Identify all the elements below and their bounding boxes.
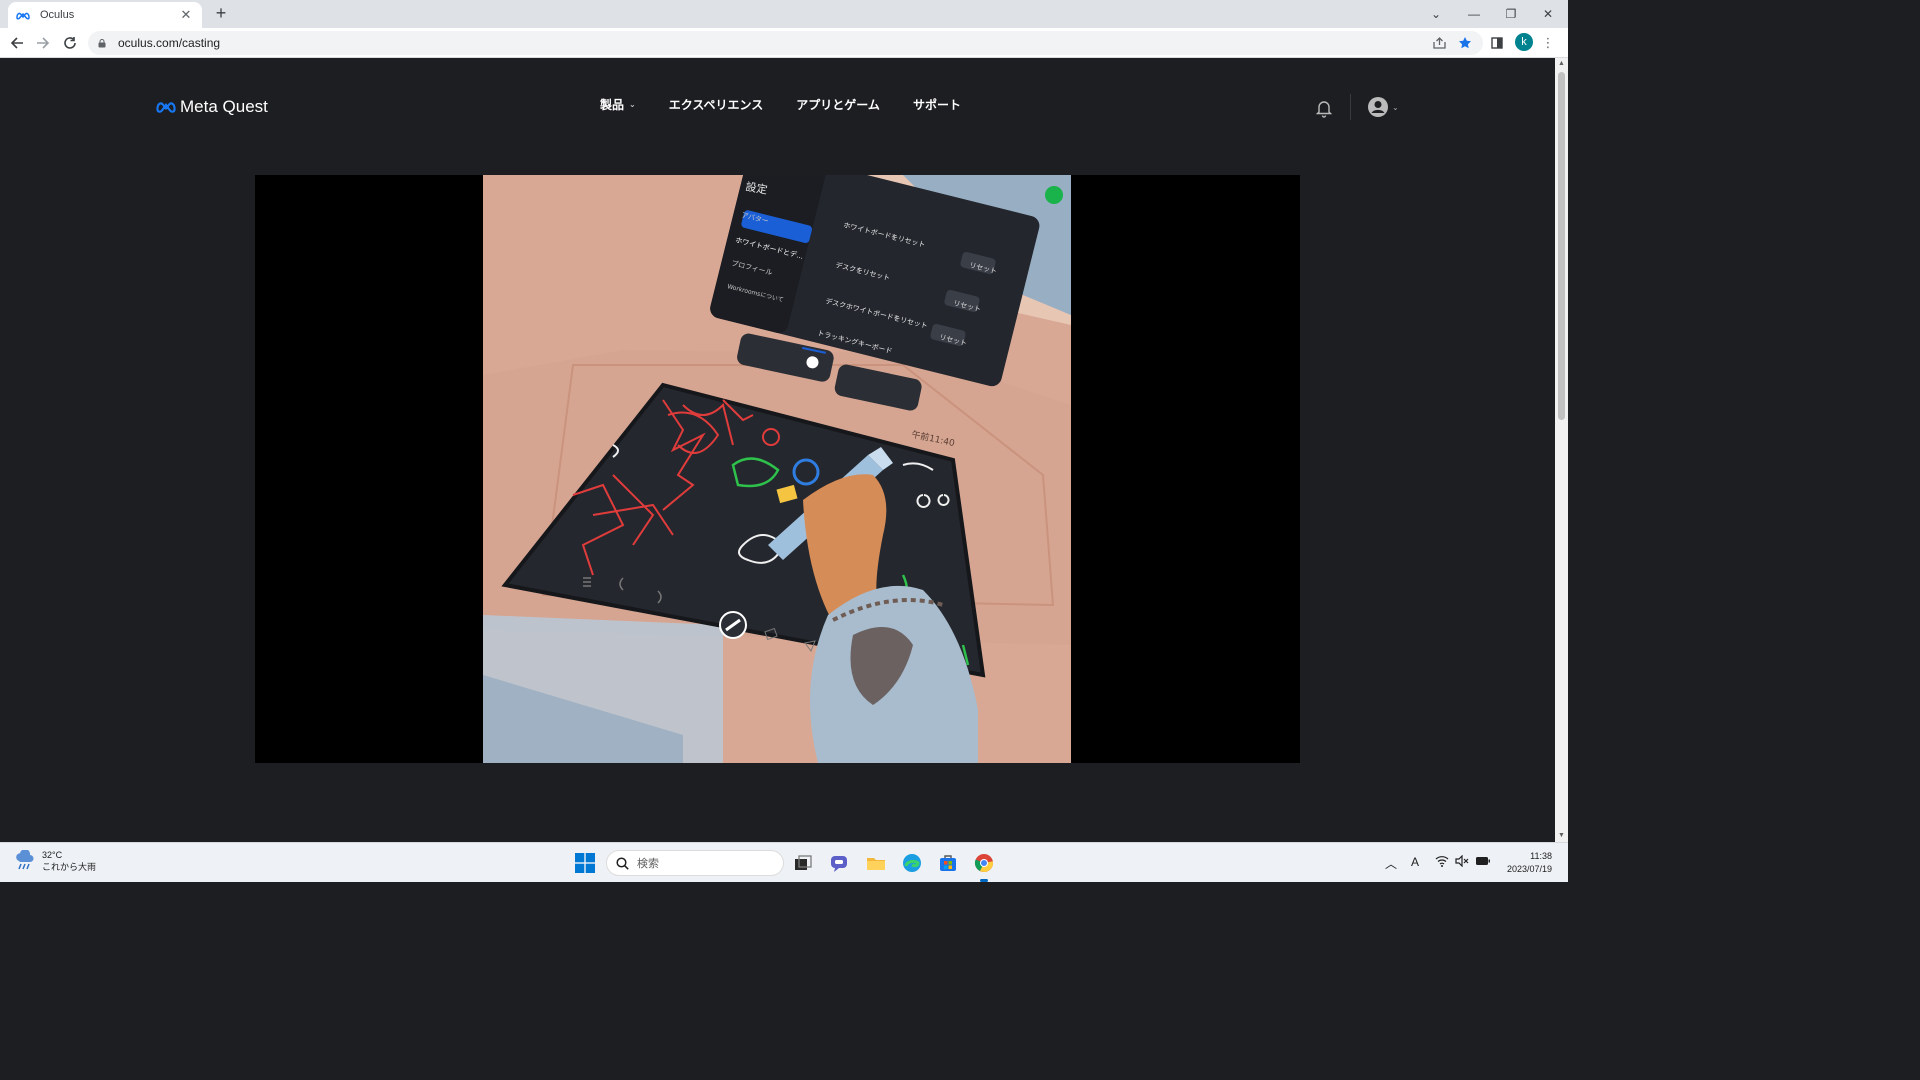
nav-products[interactable]: 製品 ⌄ bbox=[600, 96, 636, 113]
rain-cloud-icon bbox=[16, 850, 34, 870]
reload-button[interactable] bbox=[59, 32, 81, 54]
wifi-icon[interactable] bbox=[1435, 855, 1449, 870]
lock-icon bbox=[98, 38, 106, 47]
tab-close-icon[interactable]: ✕ bbox=[178, 7, 194, 23]
scroll-up-arrow-icon[interactable]: ▲ bbox=[1555, 58, 1568, 70]
microsoft-store-icon[interactable] bbox=[936, 851, 960, 875]
clock-date: 2023/07/19 bbox=[1506, 864, 1552, 874]
header-divider bbox=[1350, 94, 1351, 120]
new-tab-button[interactable]: + bbox=[210, 4, 232, 24]
casting-video-player[interactable]: 設定 アバター ホワイトボードとデ... プロフィール Workroomsについ… bbox=[255, 175, 1300, 763]
page-scrollbar[interactable]: ▲ ▼ bbox=[1555, 58, 1568, 842]
scrollbar-thumb[interactable] bbox=[1558, 72, 1565, 420]
nav-apps-games-label: アプリとゲーム bbox=[796, 98, 880, 112]
close-window-button[interactable]: ✕ bbox=[1530, 0, 1566, 28]
tab-search-chevron-icon[interactable]: ⌄ bbox=[1418, 0, 1454, 28]
forward-button[interactable] bbox=[32, 32, 54, 54]
nav-experiences-label: エクスペリエンス bbox=[668, 98, 764, 112]
weather-description: これから大雨 bbox=[42, 862, 97, 872]
share-icon[interactable] bbox=[1430, 33, 1448, 53]
task-view-icon[interactable] bbox=[791, 851, 815, 875]
windows-start-icon[interactable] bbox=[573, 851, 597, 875]
meta-infinity-icon bbox=[156, 102, 176, 113]
browser-tab-bar: Oculus ✕ + ⌄ — ❐ ✕ bbox=[0, 0, 1568, 28]
bookmark-star-icon[interactable] bbox=[1456, 33, 1474, 53]
nav-support-label: サポート bbox=[912, 98, 961, 112]
search-placeholder: 検索 bbox=[637, 858, 659, 870]
weather-widget[interactable]: 32°C これから大雨 bbox=[14, 849, 96, 873]
nav-support[interactable]: サポート bbox=[913, 96, 961, 113]
chevron-down-icon: ⌄ bbox=[629, 100, 636, 109]
tab-title: Oculus bbox=[40, 9, 75, 21]
system-clock[interactable]: 11:38 2023/07/19 bbox=[1496, 850, 1552, 876]
windows-taskbar: 32°C これから大雨 検索 ︿ A 11:38 2023/07/19 bbox=[0, 842, 1568, 882]
browser-tab[interactable]: Oculus ✕ bbox=[8, 2, 202, 28]
search-icon bbox=[616, 856, 629, 870]
nav-experiences[interactable]: エクスペリエンス bbox=[669, 96, 764, 113]
address-bar[interactable]: oculus.com/casting bbox=[88, 31, 1483, 55]
profile-avatar[interactable]: k bbox=[1515, 33, 1533, 51]
vr-scene-graphic: 設定 アバター ホワイトボードとデ... プロフィール Workroomsについ… bbox=[483, 175, 1071, 763]
tray-overflow-chevron-icon[interactable]: ︿ bbox=[1385, 855, 1397, 872]
notifications-bell-icon[interactable] bbox=[1314, 98, 1334, 118]
vr-casting-view: 設定 アバター ホワイトボードとデ... プロフィール Workroomsについ… bbox=[483, 175, 1071, 763]
weather-temperature: 32°C bbox=[42, 850, 63, 860]
file-explorer-icon[interactable] bbox=[864, 851, 888, 875]
speaker-muted-icon[interactable] bbox=[1455, 854, 1469, 870]
user-avatar-icon bbox=[1368, 97, 1388, 117]
browser-menu-icon[interactable]: ⋮ bbox=[1541, 33, 1555, 53]
url-text: oculus.com/casting bbox=[118, 36, 221, 50]
logo-text: Meta Quest bbox=[180, 97, 268, 116]
meta-favicon-icon bbox=[16, 8, 30, 22]
teams-chat-icon[interactable] bbox=[828, 851, 852, 875]
account-menu[interactable]: ⌄ bbox=[1367, 96, 1399, 118]
minimize-button[interactable]: — bbox=[1456, 0, 1492, 28]
scroll-down-arrow-icon[interactable]: ▼ bbox=[1555, 830, 1568, 842]
ime-indicator[interactable]: A bbox=[1411, 855, 1419, 869]
account-chevron-down-icon: ⌄ bbox=[1392, 102, 1399, 112]
page-content: Meta Quest 製品 ⌄ エクスペリエンス アプリとゲーム サポート ⌄ bbox=[0, 58, 1555, 842]
meta-quest-logo[interactable]: Meta Quest bbox=[156, 97, 268, 117]
nav-products-label: 製品 bbox=[600, 98, 625, 112]
clock-time: 11:38 bbox=[1530, 851, 1552, 861]
nav-apps-games[interactable]: アプリとゲーム bbox=[796, 96, 880, 113]
side-panel-icon[interactable] bbox=[1488, 33, 1506, 53]
chrome-active-indicator bbox=[980, 879, 988, 882]
restore-button[interactable]: ❐ bbox=[1493, 0, 1529, 28]
chrome-browser-icon[interactable] bbox=[972, 851, 996, 875]
battery-icon[interactable] bbox=[1475, 855, 1491, 870]
main-navigation: 製品 ⌄ エクスペリエンス アプリとゲーム サポート bbox=[600, 96, 994, 113]
back-button[interactable] bbox=[6, 32, 28, 54]
taskbar-search[interactable]: 検索 bbox=[606, 850, 784, 876]
edge-browser-icon[interactable] bbox=[900, 851, 924, 875]
browser-toolbar: oculus.com/casting bbox=[0, 28, 1568, 58]
